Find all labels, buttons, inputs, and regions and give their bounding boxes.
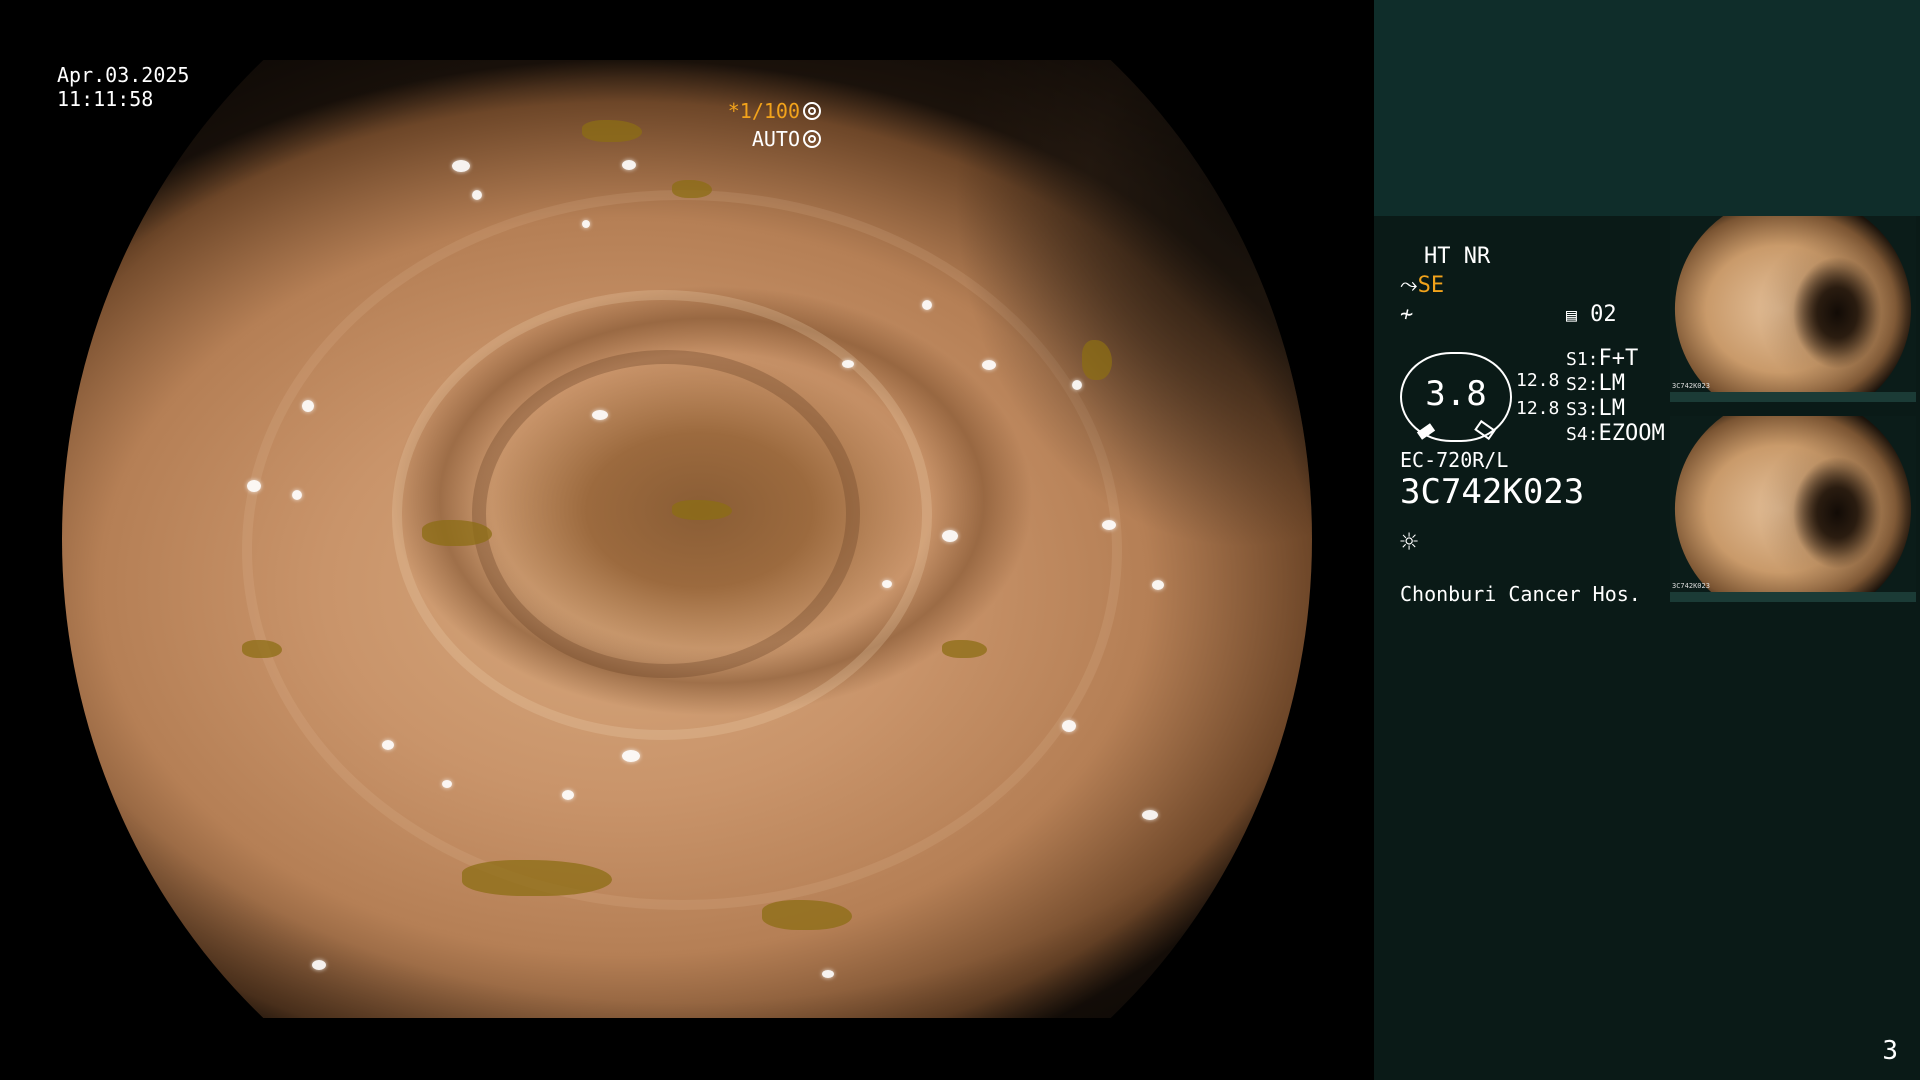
enhance-text: SE — [1417, 273, 1445, 298]
capture-thumbnail[interactable]: 3C742K023 — [1670, 216, 1916, 402]
datetime-overlay: Apr.03.2025 11:11:58 — [57, 63, 189, 111]
endoscopic-view: Apr.03.2025 11:11:58 *1/100 AUTO — [0, 0, 1374, 1080]
debris — [672, 500, 732, 520]
light-reflection — [442, 780, 452, 788]
thumbnail-image — [1674, 216, 1912, 402]
gauge-marker-icon — [1416, 423, 1436, 440]
switch-value: EZOOM — [1598, 421, 1665, 446]
switch-value: F+T — [1598, 346, 1639, 371]
debris — [672, 180, 712, 198]
light-reflection — [882, 580, 892, 588]
thumbnail-label: 3C742K023 — [1672, 582, 1710, 590]
thumbnail-label: 3C742K023 — [1672, 382, 1710, 390]
color-mode-icon: ≁ — [1400, 302, 1414, 327]
light-reflection — [452, 160, 470, 172]
gauge-side-value: 12.8 — [1516, 398, 1560, 419]
light-reflection — [622, 160, 636, 170]
switch-row: S3:LM — [1566, 396, 1625, 421]
iris-icon — [803, 130, 821, 148]
light-reflection — [472, 190, 482, 200]
aperture-icon — [803, 102, 821, 120]
light-reflection — [922, 300, 932, 310]
structure-enhance-icon: ⤳ — [1400, 273, 1418, 298]
debris — [422, 520, 492, 546]
light-reflection — [1062, 720, 1076, 732]
light-reflection — [1152, 580, 1164, 590]
switch-key: S4: — [1566, 424, 1599, 445]
gauge-side-value: 12.8 — [1516, 370, 1560, 391]
light-reflection — [592, 410, 608, 420]
exposure-mode: AUTO — [752, 127, 821, 151]
light-reflection — [822, 970, 834, 978]
gauge-marker-icon — [1474, 419, 1496, 441]
exposure-mode-text: AUTO — [751, 127, 800, 151]
vignette — [62, 60, 1312, 1018]
light-reflection — [622, 750, 640, 762]
debris — [942, 640, 987, 658]
debris — [1082, 340, 1112, 380]
endoscopic-image — [62, 60, 1312, 1018]
switch-key: S2: — [1566, 374, 1599, 395]
shutter-text: *1/100 — [727, 99, 800, 123]
zoom-gauge-value: 3.8 — [1425, 374, 1487, 414]
memory-row: ▤ 02 — [1566, 302, 1617, 327]
switch-key: S1: — [1566, 349, 1599, 370]
thumbnail-footer — [1670, 392, 1916, 402]
debris — [462, 860, 612, 896]
hospital-name: Chonburi Cancer Hos. — [1400, 582, 1641, 606]
scope-model: EC-720R/L — [1400, 448, 1509, 472]
light-reflection — [1072, 380, 1082, 390]
light-reflection — [582, 220, 590, 228]
light-reflection — [842, 360, 854, 368]
shutter-speed: *1/100 — [728, 99, 821, 123]
scope-serial: 3C742K023 — [1400, 472, 1585, 512]
memory-value: 02 — [1590, 302, 1617, 327]
switch-row: S4:EZOOM — [1566, 421, 1665, 446]
light-reflection — [302, 400, 314, 412]
info-panel-header — [1374, 0, 1920, 216]
memory-icon: ▤ — [1566, 305, 1577, 326]
light-reflection — [312, 960, 326, 970]
debris — [242, 640, 282, 658]
date-text: Apr.03.2025 — [57, 63, 190, 87]
light-reflection — [1142, 810, 1158, 820]
enhance-row: ⤳SE — [1400, 273, 1444, 298]
page-number: 3 — [1882, 1036, 1898, 1066]
time-text: 11:11:58 — [57, 87, 154, 111]
light-reflection — [247, 480, 261, 492]
switch-value: LM — [1598, 371, 1626, 396]
switch-row: S1:F+T — [1566, 346, 1638, 371]
scope-settings: HT NR ⤳SE ≁ ▤ 02 3.8 12.8 12.8 S1:F+T S2… — [1400, 240, 1700, 640]
info-panel: HT NR ⤳SE ≁ ▤ 02 3.8 12.8 12.8 S1:F+T S2… — [1374, 0, 1920, 1080]
light-source-icon: ☼ — [1400, 525, 1419, 560]
endoscopy-screen: Apr.03.2025 11:11:58 *1/100 AUTO HT NR ⤳… — [0, 0, 1920, 1080]
light-reflection — [942, 530, 958, 542]
image-mode: HT NR — [1424, 244, 1491, 269]
capture-thumbnail[interactable]: 3C742K023 — [1670, 416, 1916, 602]
light-reflection — [562, 790, 574, 800]
debris — [762, 900, 852, 930]
thumbnail-image — [1674, 416, 1912, 602]
switch-row: S2:LM — [1566, 371, 1625, 396]
debris — [582, 120, 642, 142]
light-reflection — [1102, 520, 1116, 530]
thumbnail-footer — [1670, 592, 1916, 602]
light-reflection — [292, 490, 302, 500]
switch-key: S3: — [1566, 399, 1599, 420]
zoom-gauge: 3.8 — [1400, 352, 1512, 442]
light-reflection — [982, 360, 996, 370]
switch-value: LM — [1598, 396, 1626, 421]
light-reflection — [382, 740, 394, 750]
